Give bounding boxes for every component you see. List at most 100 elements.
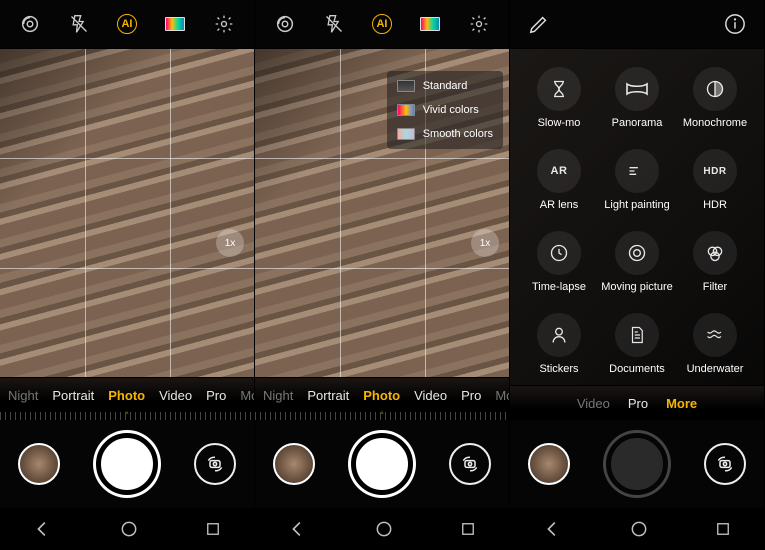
- switch-camera-button[interactable]: [449, 443, 491, 485]
- filter-icon[interactable]: [160, 9, 190, 39]
- filter-icon[interactable]: [415, 9, 445, 39]
- filter-option-smooth[interactable]: Smooth colors: [393, 123, 497, 145]
- nav-back-icon[interactable]: [287, 518, 309, 540]
- shutter-button[interactable]: [351, 433, 413, 495]
- stickers-icon: [537, 313, 581, 357]
- mono-icon: [693, 67, 737, 111]
- android-navbar: [510, 508, 764, 550]
- phone-screen-3: Slow-mo Panorama Monochrome AR AR lens Light …: [510, 0, 765, 550]
- filter-icon: [693, 231, 737, 275]
- hdr-icon: HDR: [693, 149, 737, 193]
- mode-label: Filter: [703, 281, 727, 293]
- info-icon[interactable]: [724, 13, 746, 35]
- edit-icon[interactable]: [528, 13, 550, 35]
- ai-icon[interactable]: AI: [112, 9, 142, 39]
- mode-more-cut[interactable]: Mo: [240, 388, 254, 403]
- phone-screen-1: AI 1x Night Portrait Photo Video Pro Mo: [0, 0, 255, 550]
- switch-camera-button[interactable]: [194, 443, 236, 485]
- hourglass-icon: [537, 67, 581, 111]
- shutter-button[interactable]: [96, 433, 158, 495]
- zoom-ruler[interactable]: [0, 412, 254, 420]
- viewfinder[interactable]: Standard Vivid colors Smooth colors 1x: [255, 48, 509, 378]
- lightpaint-icon: [615, 149, 659, 193]
- settings-icon[interactable]: [209, 9, 239, 39]
- mode-photo[interactable]: Photo: [108, 388, 145, 403]
- nav-recent-icon[interactable]: [459, 520, 477, 538]
- zoom-button[interactable]: 1x: [471, 229, 499, 257]
- mode-label: Moving picture: [601, 281, 673, 293]
- nav-recent-icon[interactable]: [204, 520, 222, 538]
- top-toolbar: AI: [255, 0, 509, 48]
- lens-icon[interactable]: [15, 9, 45, 39]
- mode-selector[interactable]: Night Portrait Photo Video Pro Mo: [0, 378, 254, 412]
- mode-label: Panorama: [612, 117, 663, 129]
- nav-home-icon[interactable]: [374, 519, 394, 539]
- flash-off-icon[interactable]: [319, 9, 349, 39]
- shutter-button[interactable]: [606, 433, 668, 495]
- filter-label: Smooth colors: [423, 128, 493, 140]
- mode-grid: Slow-mo Panorama Monochrome AR AR lens Light …: [510, 49, 764, 385]
- mode-filter[interactable]: Filter: [693, 231, 737, 293]
- mode-portrait[interactable]: Portrait: [307, 388, 349, 403]
- mode-more-cut[interactable]: Mo: [495, 388, 509, 403]
- nav-recent-icon[interactable]: [714, 520, 732, 538]
- mode-photo[interactable]: Photo: [363, 388, 400, 403]
- swatch-vivid-icon: [397, 104, 415, 116]
- mode-label: Slow-mo: [538, 117, 581, 129]
- mode-stickers[interactable]: Stickers: [537, 313, 581, 375]
- mode-ar-lens[interactable]: AR AR lens: [537, 149, 581, 211]
- mode-panorama[interactable]: Panorama: [612, 67, 663, 129]
- flash-off-icon[interactable]: [64, 9, 94, 39]
- gallery-thumbnail[interactable]: [528, 443, 570, 485]
- zoom-ruler[interactable]: [255, 412, 509, 420]
- mode-portrait[interactable]: Portrait: [52, 388, 94, 403]
- mode-selector[interactable]: Video Pro More: [510, 386, 764, 420]
- mode-video[interactable]: Video: [577, 396, 610, 411]
- mode-label: Monochrome: [683, 117, 747, 129]
- mode-pro[interactable]: Pro: [461, 388, 481, 403]
- mode-pro[interactable]: Pro: [628, 396, 648, 411]
- nav-home-icon[interactable]: [629, 519, 649, 539]
- mode-moving-picture[interactable]: Moving picture: [601, 231, 673, 293]
- swatch-standard-icon: [397, 80, 415, 92]
- more-modes-viewfinder: Slow-mo Panorama Monochrome AR AR lens Light …: [510, 48, 764, 386]
- switch-camera-button[interactable]: [704, 443, 746, 485]
- mode-more[interactable]: More: [666, 396, 697, 411]
- nav-back-icon[interactable]: [542, 518, 564, 540]
- mode-hdr[interactable]: HDR HDR: [693, 149, 737, 211]
- mode-underwater[interactable]: Underwater: [687, 313, 744, 375]
- timelapse-icon: [537, 231, 581, 275]
- settings-icon[interactable]: [464, 9, 494, 39]
- zoom-button[interactable]: 1x: [216, 229, 244, 257]
- mode-night[interactable]: Night: [8, 388, 38, 403]
- mode-label: AR lens: [540, 199, 579, 211]
- shutter-row: [510, 420, 764, 508]
- swatch-smooth-icon: [397, 128, 415, 140]
- mode-label: HDR: [703, 199, 727, 211]
- mode-night[interactable]: Night: [263, 388, 293, 403]
- mode-monochrome[interactable]: Monochrome: [683, 67, 747, 129]
- gallery-thumbnail[interactable]: [18, 443, 60, 485]
- ai-icon[interactable]: AI: [367, 9, 397, 39]
- mode-pro[interactable]: Pro: [206, 388, 226, 403]
- mode-video[interactable]: Video: [414, 388, 447, 403]
- top-toolbar: AI: [0, 0, 254, 48]
- mode-time-lapse[interactable]: Time-lapse: [532, 231, 586, 293]
- lens-icon[interactable]: [270, 9, 300, 39]
- android-navbar: [255, 508, 509, 550]
- mode-video[interactable]: Video: [159, 388, 192, 403]
- gallery-thumbnail[interactable]: [273, 443, 315, 485]
- filter-option-standard[interactable]: Standard: [393, 75, 497, 97]
- filter-popup: Standard Vivid colors Smooth colors: [387, 71, 503, 149]
- mode-documents[interactable]: Documents: [609, 313, 665, 375]
- nav-back-icon[interactable]: [32, 518, 54, 540]
- mode-light-painting[interactable]: Light painting: [604, 149, 669, 211]
- mode-slow-mo[interactable]: Slow-mo: [537, 67, 581, 129]
- viewfinder[interactable]: 1x: [0, 48, 254, 378]
- mode-label: Underwater: [687, 363, 744, 375]
- mode-selector[interactable]: Night Portrait Photo Video Pro Mo: [255, 378, 509, 412]
- shutter-row: [0, 420, 254, 508]
- ar-icon: AR: [537, 149, 581, 193]
- filter-option-vivid[interactable]: Vivid colors: [393, 99, 497, 121]
- nav-home-icon[interactable]: [119, 519, 139, 539]
